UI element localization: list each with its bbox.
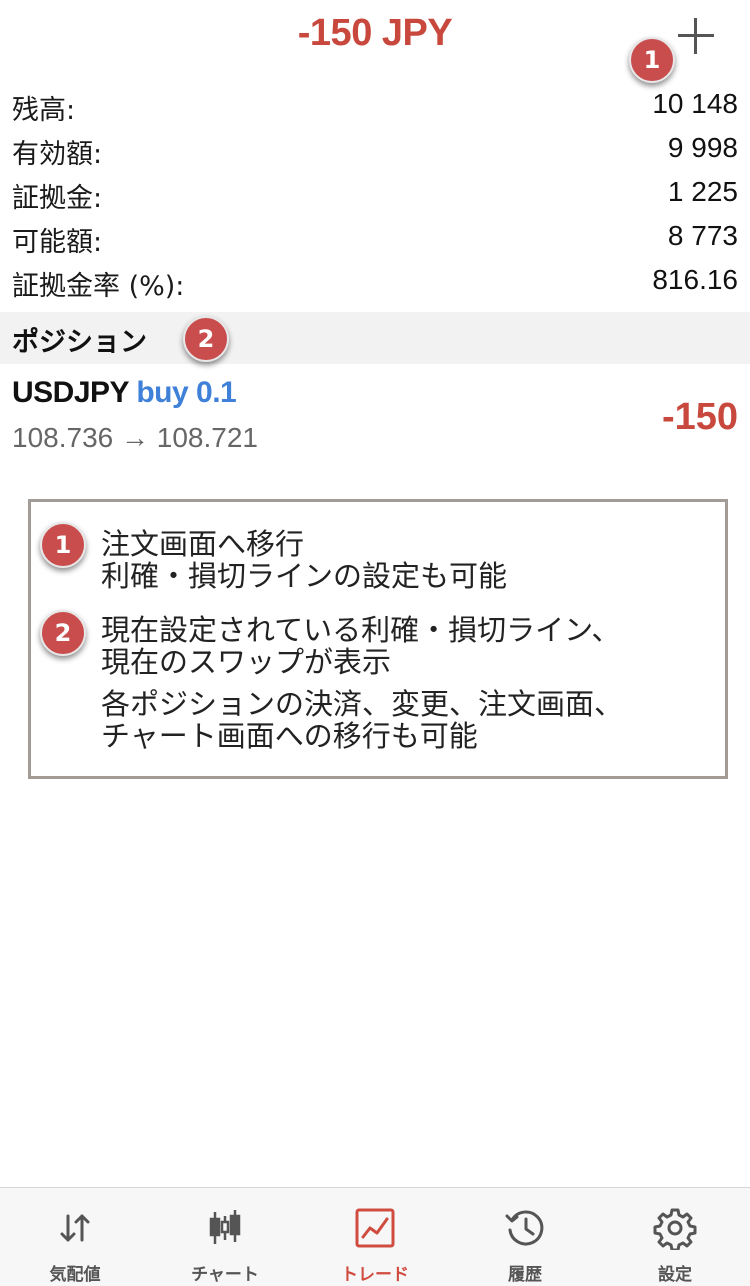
tab-history[interactable]: 履歴 — [450, 1188, 600, 1286]
margin-level-label: 証拠金率 (%): — [12, 271, 185, 302]
note-1-line-2: 利確・損切ラインの設定も可能 — [101, 559, 508, 593]
balance-row: 残高: 10 148 — [0, 84, 750, 128]
note-2-line-2: 現在のスワップが表示 — [101, 645, 392, 679]
margin-row: 証拠金: 1 225 — [0, 172, 750, 216]
free-margin-row: 可能額: 8 773 — [0, 216, 750, 260]
account-summary: 残高: 10 148 有効額: 9 998 証拠金: 1 225 可能額: 8 … — [0, 84, 750, 304]
tab-quotes-label: 気配値 — [49, 1265, 101, 1285]
position-prices: 108.736 → 108.721 — [12, 422, 258, 453]
positions-section-title: ポジション — [12, 327, 147, 358]
history-clock-icon — [505, 1210, 544, 1246]
position-profit: -150 — [661, 396, 738, 438]
free-margin-value: 8 773 — [667, 220, 738, 251]
candlestick-chart-icon — [209, 1210, 241, 1244]
balance-value: 10 148 — [652, 88, 738, 119]
tab-trade[interactable]: トレード — [300, 1188, 450, 1286]
bottom-tab-bar: 気配値 チャート トレード 履歴 設定 — [0, 1187, 750, 1286]
tab-trade-label: トレード — [341, 1265, 409, 1285]
margin-level-value: 816.16 — [652, 264, 738, 295]
position-symbol: USDJPY — [12, 376, 129, 409]
position-symbol-line: USDJPY buy 0.1 — [12, 376, 237, 410]
quotes-arrows-icon — [60, 1214, 90, 1242]
annotation-box: 1 注文画面へ移行 利確・損切ラインの設定も可能 2 現在設定されている利確・損… — [28, 499, 728, 779]
tab-chart-label: チャート — [191, 1265, 259, 1285]
note-3-line-1: 各ポジションの決済、変更、注文画面、 — [101, 687, 624, 721]
equity-value: 9 998 — [667, 132, 738, 163]
position-side-volume: buy 0.1 — [136, 376, 237, 409]
margin-label: 証拠金: — [12, 183, 103, 214]
position-row[interactable]: USDJPY buy 0.1 108.736 → 108.721 -150 — [0, 372, 750, 468]
tab-quotes[interactable]: 気配値 — [0, 1188, 150, 1286]
note-2-line-1: 現在設定されている利確・損切ライン、 — [101, 613, 621, 647]
margin-value: 1 225 — [667, 176, 738, 207]
note-badge-1: 1 — [40, 522, 86, 568]
note-1-line-1: 注文画面へ移行 — [101, 527, 305, 561]
positions-section-header: ポジション — [0, 312, 750, 364]
free-margin-label: 可能額: — [12, 227, 103, 258]
trade-chart-icon — [355, 1208, 395, 1248]
callout-badge-2: 2 — [183, 316, 229, 362]
tab-settings-label: 設定 — [658, 1265, 692, 1285]
note-badge-2: 2 — [40, 610, 86, 656]
callout-badge-1: 1 — [629, 37, 675, 83]
gear-icon — [653, 1208, 697, 1250]
tab-history-label: 履歴 — [508, 1265, 542, 1285]
note-3-line-2: チャート画面への移行も可能 — [101, 719, 478, 753]
margin-level-row: 証拠金率 (%): 816.16 — [0, 260, 750, 304]
tab-settings[interactable]: 設定 — [600, 1188, 750, 1286]
balance-label: 残高: — [12, 95, 76, 126]
equity-label: 有効額: — [12, 139, 103, 170]
tab-chart[interactable]: チャート — [150, 1188, 300, 1286]
plus-icon[interactable] — [672, 12, 720, 60]
equity-row: 有効額: 9 998 — [0, 128, 750, 172]
